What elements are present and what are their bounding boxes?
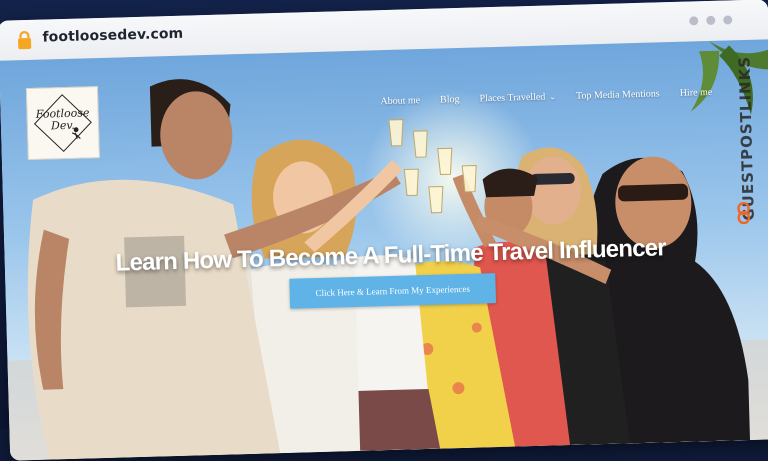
logo-text: Footloose Dev.: [35, 106, 90, 133]
window-dot: [706, 15, 716, 26]
hero-section: Footloose Dev. About me Blog Places Trav…: [0, 39, 768, 461]
watermark: GUESTPOSTLINKS: [727, 50, 760, 225]
window-dots-icon: [689, 15, 733, 26]
nav-item-label: Places Travelled: [479, 91, 546, 105]
watermark-text: GUESTPOSTLINKS: [735, 55, 758, 221]
browser-window: footloosedev.com Footloose Dev. About me…: [0, 0, 768, 461]
nav-item-blog[interactable]: Blog: [440, 94, 460, 106]
nav-item-label: Hire me: [679, 86, 713, 99]
nav-item-hire-me[interactable]: Hire me: [680, 87, 713, 99]
window-dot: [723, 15, 733, 25]
nav-item-places-travelled[interactable]: Places Travelled ⌄: [479, 91, 557, 105]
lock-icon: [18, 31, 32, 50]
nav-item-label: Blog: [439, 93, 460, 106]
chevron-down-icon: ⌄: [549, 92, 557, 102]
window-dot: [689, 16, 699, 26]
cta-button[interactable]: Click Here & Learn From My Experiences: [289, 273, 497, 309]
nav-item-top-media-mentions[interactable]: Top Media Mentions: [576, 88, 660, 101]
nav-item-label: Top Media Mentions: [575, 88, 660, 102]
site-logo[interactable]: Footloose Dev.: [25, 86, 100, 161]
address-bar-url[interactable]: footloosedev.com: [42, 26, 183, 46]
link-icon: [737, 201, 751, 225]
nav-item-about-me[interactable]: About me: [380, 95, 420, 107]
nav-item-label: About me: [380, 95, 421, 108]
